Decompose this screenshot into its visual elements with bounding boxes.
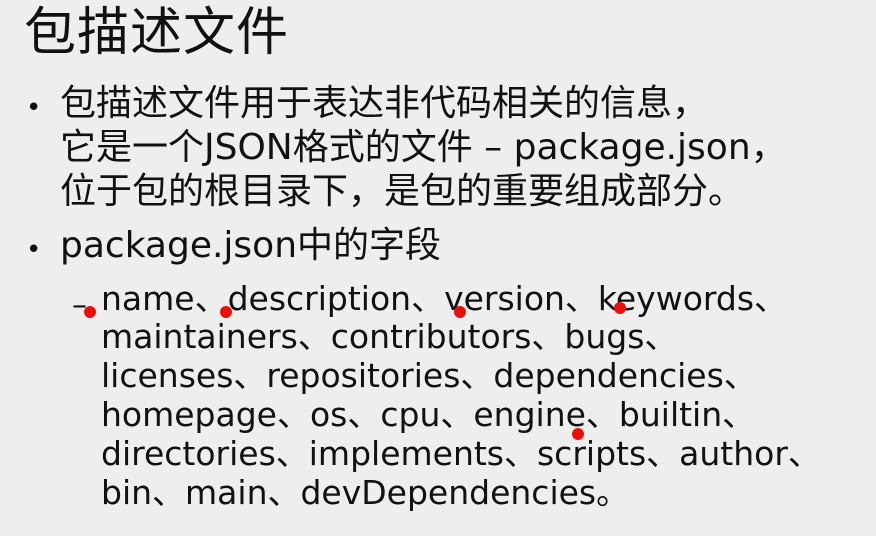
bullet-1-line-1: 包描述文件用于表达非代码相关的信息， xyxy=(60,83,709,124)
slide-title: 包描述文件 xyxy=(24,3,290,63)
field-list-line-5: directories、implements、scripts、author、 xyxy=(101,434,821,473)
sub-bullet-marker: – xyxy=(72,288,87,323)
annotation-dot xyxy=(614,302,626,314)
field-list-line-3: licenses、repositories、dependencies、 xyxy=(101,356,757,395)
bullet-1-line-2: 它是一个JSON格式的文件 – package.json， xyxy=(60,127,787,168)
bullet-2-line-1: package.json中的字段 xyxy=(60,225,442,266)
annotation-dot xyxy=(220,306,232,318)
field-list-line-4: homepage、os、cpu、engine、builtin、 xyxy=(101,395,756,434)
bullet-marker: • xyxy=(26,235,42,265)
bullet-1-line-3: 位于包的根目录下，是包的重要组成部分。 xyxy=(60,171,745,212)
annotation-dot xyxy=(572,428,584,440)
annotation-dot xyxy=(454,306,466,318)
annotation-dot xyxy=(84,306,96,318)
field-list-line-2: maintainers、contributors、bugs、 xyxy=(101,317,678,356)
bullet-marker: • xyxy=(26,93,42,123)
field-list-line-1: name、description、version、keywords、 xyxy=(101,279,788,318)
slide: 包描述文件 • 包描述文件用于表达非代码相关的信息， 它是一个JSON格式的文件… xyxy=(0,0,876,536)
field-list-line-6: bin、main、devDependencies。 xyxy=(101,473,630,512)
